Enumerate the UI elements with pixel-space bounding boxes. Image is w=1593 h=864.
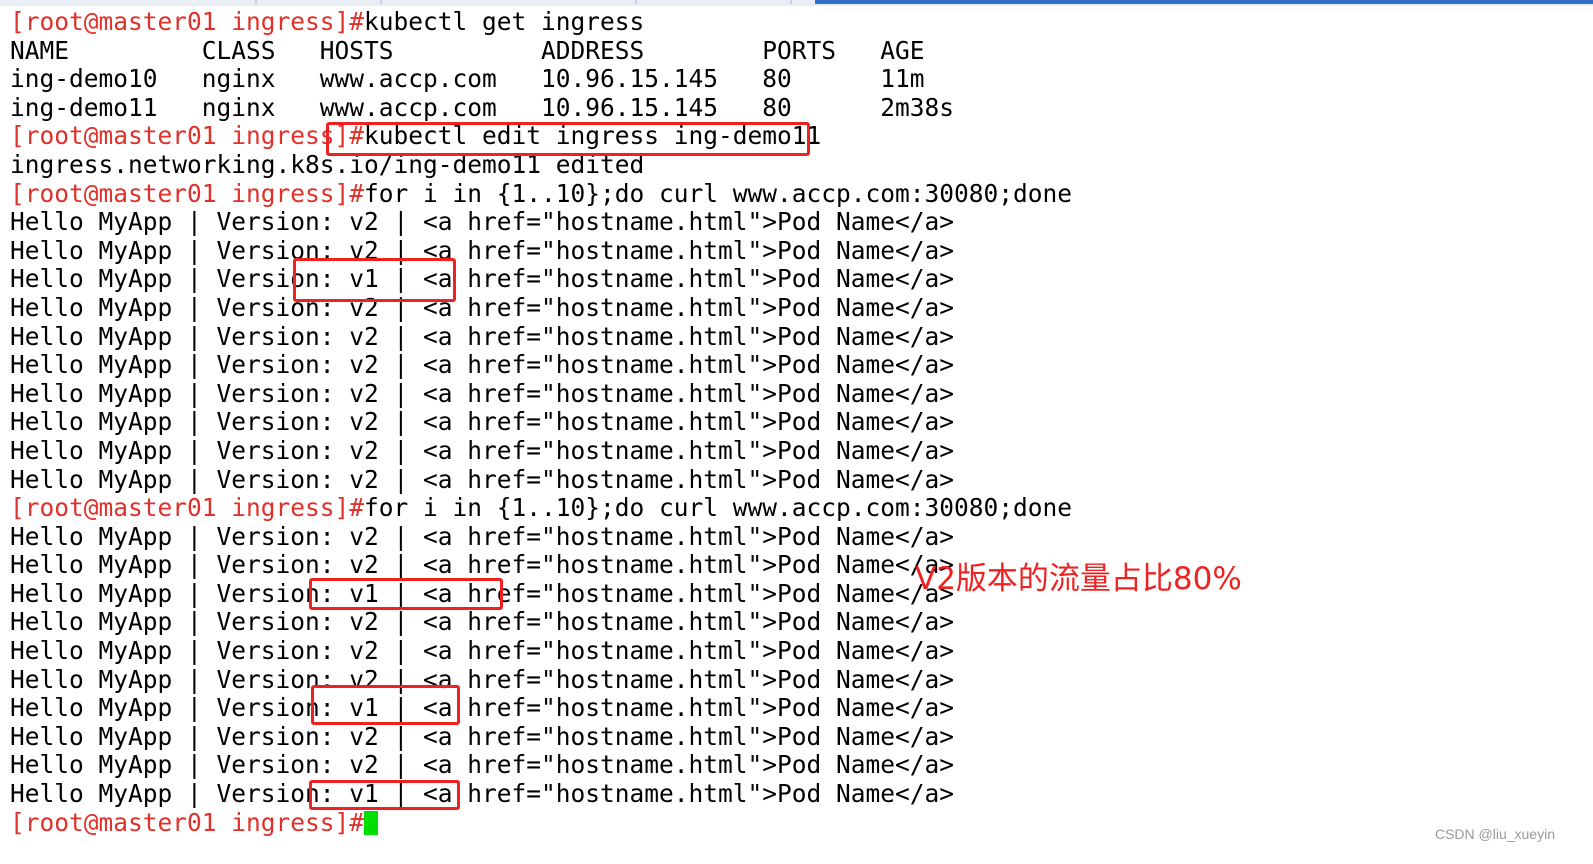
command-output: Hello MyApp | Version: v2 | <a href="hos… bbox=[10, 407, 955, 437]
terminal-prompt-line: [root@master01 ingress]#for i in {1..10}… bbox=[10, 178, 1580, 209]
terminal-output-line: Hello MyApp | Version: v2 | <a href="hos… bbox=[10, 292, 1580, 323]
terminal-output-line: Hello MyApp | Version: v2 | <a href="hos… bbox=[10, 721, 1580, 752]
shell-prompt: [root@master01 ingress]# bbox=[10, 807, 365, 837]
command-output: Hello MyApp | Version: v2 | <a href="hos… bbox=[10, 235, 955, 265]
shell-prompt: [root@master01 ingress]# bbox=[10, 178, 365, 208]
terminal-output[interactable]: [root@master01 ingress]#kubectl get ingr… bbox=[10, 7, 1580, 838]
terminal-output-line: Hello MyApp | Version: v1 | <a href="hos… bbox=[10, 578, 1580, 609]
terminal-prompt-line: [root@master01 ingress]#kubectl get ingr… bbox=[10, 7, 1580, 37]
terminal-output-line: Hello MyApp | Version: v2 | <a href="hos… bbox=[10, 521, 1580, 552]
tab[interactable] bbox=[0, 0, 257, 4]
terminal-output-line: NAME CLASS HOSTS ADDRESS PORTS AGE bbox=[10, 35, 1580, 66]
command-output: Hello MyApp | Version: v2 | <a href="hos… bbox=[10, 292, 955, 322]
command-output: ing-demo11 nginx www.accp.com 10.96.15.1… bbox=[10, 92, 955, 122]
shell-prompt: [root@master01 ingress]# bbox=[10, 493, 365, 523]
command-output: Hello MyApp | Version: v2 | <a href="hos… bbox=[10, 350, 955, 380]
shell-prompt: [root@master01 ingress]# bbox=[10, 7, 365, 36]
terminal-output-line: ing-demo11 nginx www.accp.com 10.96.15.1… bbox=[10, 92, 1580, 123]
command-output: Hello MyApp | Version: v2 | <a href="hos… bbox=[10, 750, 955, 780]
window-tab-strip bbox=[0, 0, 1593, 6]
tab[interactable] bbox=[255, 0, 382, 4]
command-output: Hello MyApp | Version: v2 | <a href="hos… bbox=[10, 464, 955, 494]
shell-command: kubectl edit ingress ing-demo11 bbox=[364, 121, 822, 151]
shell-command: for i in {1..10};do curl www.accp.com:30… bbox=[364, 178, 1073, 208]
command-output: Hello MyApp | Version: v1 | <a href="hos… bbox=[10, 264, 955, 294]
terminal-output-line: Hello MyApp | Version: v2 | <a href="hos… bbox=[10, 350, 1580, 380]
traffic-ratio-annotation: V2版本的流量占比80% bbox=[915, 561, 1242, 597]
command-output: Hello MyApp | Version: v2 | <a href="hos… bbox=[10, 721, 955, 751]
command-output: ingress.networking.k8s.io/ing-demo11 edi… bbox=[10, 149, 645, 179]
terminal-output-line: Hello MyApp | Version: v2 | <a href="hos… bbox=[10, 378, 1580, 409]
terminal-output-line: Hello MyApp | Version: v2 | <a href="hos… bbox=[10, 664, 1580, 695]
terminal-output-line: Hello MyApp | Version: v1 | <a href="hos… bbox=[10, 693, 1580, 723]
command-output: Hello MyApp | Version: v2 | <a href="hos… bbox=[10, 521, 955, 551]
command-output: Hello MyApp | Version: v2 | <a href="hos… bbox=[10, 550, 955, 580]
command-output: ing-demo10 nginx www.accp.com 10.96.15.1… bbox=[10, 64, 925, 94]
command-output: NAME CLASS HOSTS ADDRESS PORTS AGE bbox=[10, 35, 925, 65]
terminal-output-line: Hello MyApp | Version: v2 | <a href="hos… bbox=[10, 636, 1580, 666]
terminal-output-line: Hello MyApp | Version: v1 | <a href="hos… bbox=[10, 779, 1580, 809]
command-output: Hello MyApp | Version: v1 | <a href="hos… bbox=[10, 578, 955, 608]
terminal-prompt-line: [root@master01 ingress]#for i in {1..10}… bbox=[10, 493, 1580, 523]
terminal-output-line: Hello MyApp | Version: v2 | <a href="hos… bbox=[10, 207, 1580, 237]
active-tab-indicator[interactable] bbox=[815, 0, 1593, 4]
terminal-output-line: Hello MyApp | Version: v2 | <a href="hos… bbox=[10, 464, 1580, 495]
terminal-output-line: Hello MyApp | Version: v1 | <a href="hos… bbox=[10, 265, 1580, 294]
command-output: Hello MyApp | Version: v1 | <a href="hos… bbox=[10, 693, 955, 723]
command-output: Hello MyApp | Version: v2 | <a href="hos… bbox=[10, 636, 955, 666]
command-output: Hello MyApp | Version: v2 | <a href="hos… bbox=[10, 664, 955, 694]
command-output: Hello MyApp | Version: v2 | <a href="hos… bbox=[10, 321, 955, 351]
terminal-output-line: Hello MyApp | Version: v2 | <a href="hos… bbox=[10, 608, 1580, 637]
shell-command: for i in {1..10};do curl www.accp.com:30… bbox=[364, 493, 1073, 523]
command-output: Hello MyApp | Version: v1 | <a href="hos… bbox=[10, 779, 955, 809]
tab[interactable] bbox=[380, 0, 637, 4]
terminal-output-line: ingress.networking.k8s.io/ing-demo11 edi… bbox=[10, 149, 1580, 180]
command-output: Hello MyApp | Version: v2 | <a href="hos… bbox=[10, 435, 955, 465]
terminal-output-line: Hello MyApp | Version: v2 | <a href="hos… bbox=[10, 435, 1580, 466]
terminal-prompt-line: [root@master01 ingress]#kubectl edit ing… bbox=[10, 122, 1580, 151]
terminal-cursor bbox=[364, 810, 379, 835]
terminal-prompt-line: [root@master01 ingress]# bbox=[10, 807, 1580, 838]
terminal-output-line: Hello MyApp | Version: v2 | <a href="hos… bbox=[10, 321, 1580, 352]
tab[interactable] bbox=[635, 0, 792, 4]
watermark: CSDN @liu_xueyin bbox=[1434, 826, 1555, 842]
command-output: Hello MyApp | Version: v2 | <a href="hos… bbox=[10, 207, 955, 237]
terminal-output-line: ing-demo10 nginx www.accp.com 10.96.15.1… bbox=[10, 64, 1580, 94]
shell-prompt: [root@master01 ingress]# bbox=[10, 121, 365, 151]
terminal-output-line: Hello MyApp | Version: v2 | <a href="hos… bbox=[10, 235, 1580, 266]
shell-command: kubectl get ingress bbox=[364, 7, 645, 36]
command-output: Hello MyApp | Version: v2 | <a href="hos… bbox=[10, 607, 955, 637]
command-output: Hello MyApp | Version: v2 | <a href="hos… bbox=[10, 378, 955, 408]
terminal-output-line: Hello MyApp | Version: v2 | <a href="hos… bbox=[10, 751, 1580, 780]
terminal-output-line: Hello MyApp | Version: v2 | <a href="hos… bbox=[10, 408, 1580, 437]
terminal-output-line: Hello MyApp | Version: v2 | <a href="hos… bbox=[10, 550, 1580, 580]
